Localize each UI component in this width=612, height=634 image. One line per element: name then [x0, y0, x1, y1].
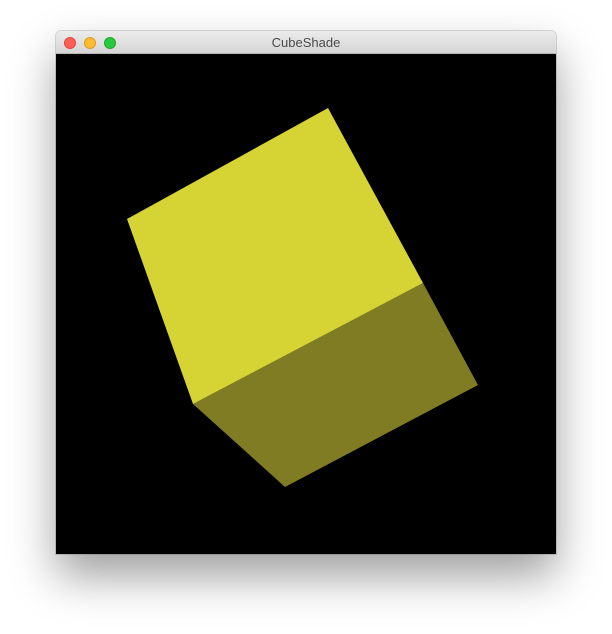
window-title: CubeShade [271, 35, 341, 50]
cube-scene [56, 54, 556, 554]
cubeshade-window: CubeShade [56, 31, 556, 554]
render-canvas[interactable] [56, 54, 556, 554]
title-bar[interactable]: CubeShade [56, 31, 556, 54]
